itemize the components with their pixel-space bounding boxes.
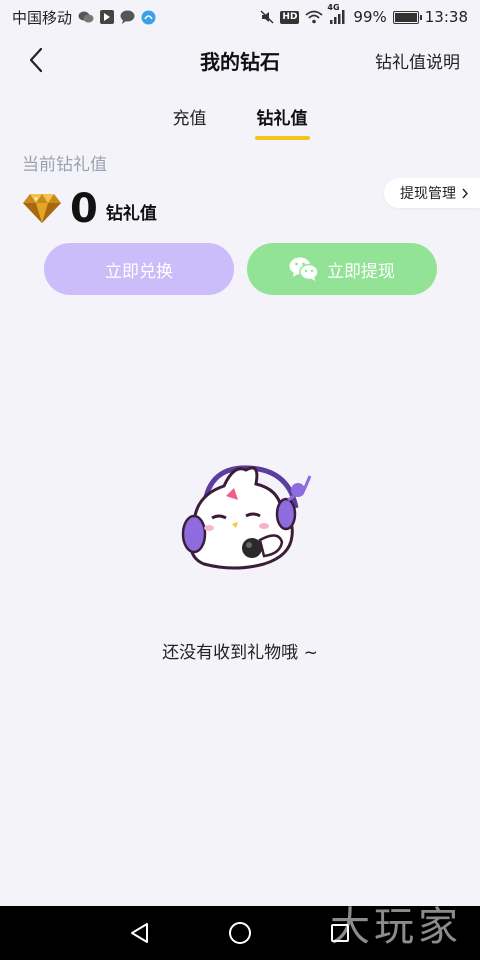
wechat-notification-icon — [78, 10, 94, 24]
balance-caption: 当前钻礼值 — [22, 155, 107, 175]
battery-icon — [392, 10, 422, 24]
system-navigation-bar: 大玩家 — [0, 904, 480, 960]
tab-bar: 充值 钻礼值 — [0, 104, 480, 140]
system-back-button[interactable] — [120, 913, 160, 953]
balance-display: 0 钻礼值 — [22, 186, 157, 230]
clock: 13:38 — [424, 8, 468, 26]
triangle-back-icon — [131, 923, 148, 943]
mute-icon — [260, 10, 274, 24]
exchange-now-label: 立即兑换 — [105, 261, 173, 282]
tab-label: 钻礼值 — [256, 109, 308, 129]
balance-unit: 钻礼值 — [105, 204, 157, 224]
empty-state-message: 还没有收到礼物哦 ~ — [162, 643, 318, 663]
tab-recharge[interactable]: 充值 — [171, 104, 209, 136]
gift-value-info-link[interactable]: 钻礼值说明 — [375, 48, 460, 73]
diamond-icon — [23, 194, 61, 223]
withdraw-now-label: 立即提现 — [327, 261, 395, 282]
battery-fill — [394, 12, 417, 22]
withdraw-now-button[interactable]: 立即提现 — [247, 243, 437, 295]
empty-mascot-illustration — [181, 465, 312, 570]
circle-home-icon — [229, 922, 251, 944]
message-notification-icon — [120, 10, 135, 24]
status-bar: 中国移动 HD 4G 99% 13:38 — [0, 0, 480, 34]
tab-gift-value[interactable]: 钻礼值 — [254, 104, 310, 140]
exchange-now-button[interactable]: 立即兑换 — [44, 243, 234, 295]
wifi-icon — [305, 10, 324, 24]
battery-percent: 99% — [353, 8, 387, 26]
tab-label: 充值 — [172, 109, 207, 129]
balance-value: 0 — [70, 186, 98, 232]
chevron-right-icon — [462, 188, 468, 198]
navigation-bar: 我的钻石 钻礼值说明 — [0, 34, 480, 86]
hd-badge: HD — [280, 10, 300, 24]
app-notification-icon — [100, 10, 115, 24]
app-badge-icon — [141, 10, 156, 25]
network-type: 4G — [327, 3, 340, 12]
active-tab-indicator — [254, 136, 310, 140]
watermark: 大玩家 — [330, 904, 462, 950]
status-bar-left: 中国移动 — [12, 7, 156, 28]
carrier-name: 中国移动 — [12, 8, 73, 27]
wechat-icon — [289, 257, 319, 281]
cellular-signal-icon: 4G — [327, 3, 347, 24]
status-bar-right: HD 4G 99% 13:38 — [260, 3, 468, 26]
withdraw-management-label: 提现管理 — [400, 186, 456, 202]
withdraw-management-button[interactable]: 提现管理 — [384, 178, 480, 208]
system-home-button[interactable] — [220, 913, 260, 953]
